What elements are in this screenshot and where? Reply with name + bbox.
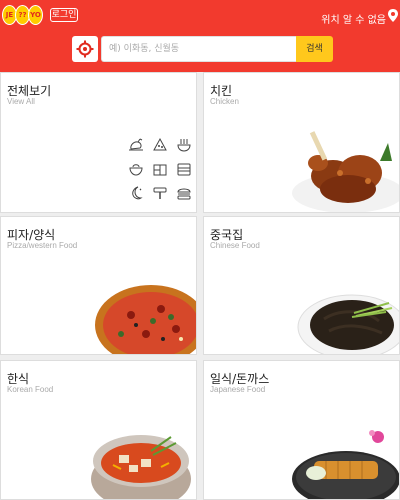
category-view-all[interactable]: 전체보기 View All <box>0 72 197 213</box>
category-subtitle: Korean Food <box>7 385 54 394</box>
category-subtitle: Chicken <box>210 97 239 106</box>
lunchbox-icon <box>153 164 167 176</box>
location-pin-icon[interactable] <box>388 9 398 22</box>
category-chicken[interactable]: 치킨 Chicken <box>203 72 400 213</box>
category-japanese[interactable]: 일식/돈까스 Japanese Food <box>203 360 400 500</box>
crosshair-icon <box>76 40 94 58</box>
burger-stand-icon <box>153 187 167 199</box>
category-subtitle: Pizza/western Food <box>7 241 78 250</box>
burger-icon <box>177 188 191 200</box>
category-subtitle: Chinese Food <box>210 241 260 250</box>
category-korean[interactable]: 한식 Korean Food <box>0 360 197 500</box>
chicken-icon <box>129 138 143 151</box>
category-subtitle: Japanese Food <box>210 385 266 394</box>
night-icon <box>132 186 143 200</box>
stew-image <box>91 435 191 499</box>
tonkatsu-image <box>292 430 399 499</box>
app-logo[interactable]: JE ?? YO <box>2 5 46 25</box>
chicken-image <box>292 131 399 212</box>
bowl-icon <box>129 164 143 176</box>
gps-button[interactable] <box>72 36 98 62</box>
location-text[interactable]: 위치 알 수 없음 <box>321 11 386 26</box>
search-input[interactable]: 예) 이화동, 신월동 <box>101 36 297 62</box>
search-button[interactable]: 검색 <box>296 36 333 62</box>
jajangmyeon-image <box>297 294 399 354</box>
pizza-image <box>95 285 196 354</box>
login-button[interactable]: 로그인 <box>50 8 78 22</box>
category-pizza[interactable]: 피자/양식 Pizza/western Food <box>0 216 197 355</box>
noodle-icon <box>177 139 191 152</box>
header: JE ?? YO 로그인 위치 알 수 없음 예) 이화동, 신월동 검색 <box>0 0 400 72</box>
category-chinese[interactable]: 중국집 Chinese Food <box>203 216 400 355</box>
category-subtitle: View All <box>7 97 35 106</box>
category-icon-grid <box>126 135 194 205</box>
bento-icon <box>177 163 191 176</box>
logo-part: YO <box>28 5 43 25</box>
pizza-icon <box>153 137 167 151</box>
